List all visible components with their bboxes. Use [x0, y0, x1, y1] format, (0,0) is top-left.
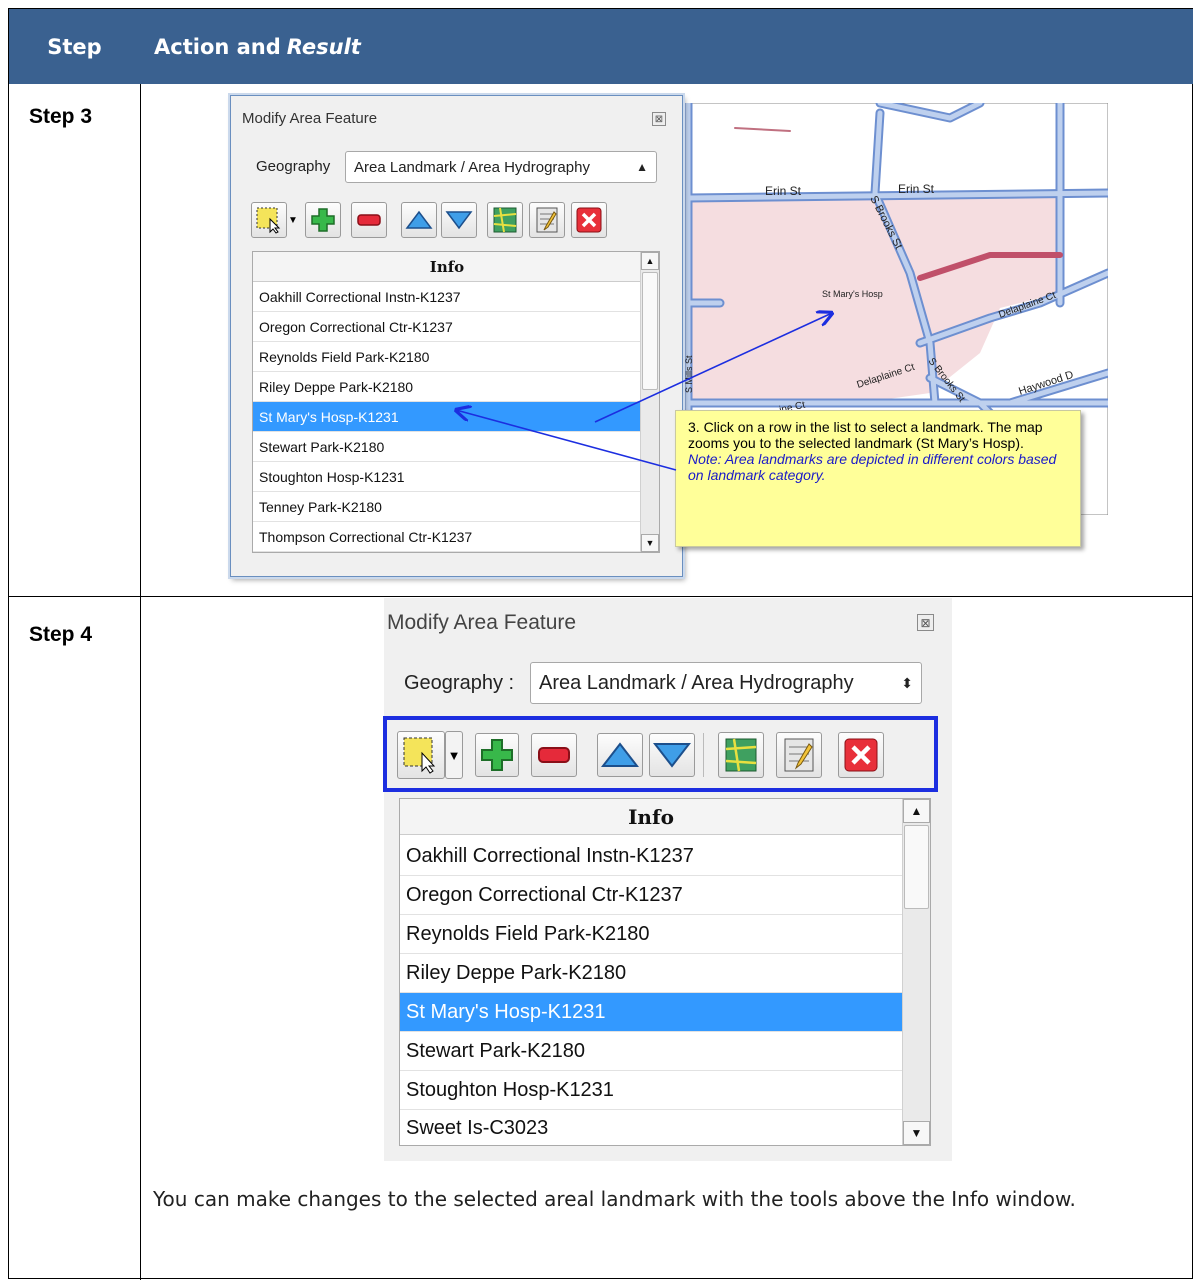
landmark-map-label: St Mary's Hosp — [822, 289, 883, 299]
notepad-edit-icon — [784, 738, 814, 772]
list-item[interactable]: Oakhill Correctional Instn-K1237 — [400, 837, 902, 876]
header-action: Action and Result — [154, 9, 361, 84]
remove-button[interactable] — [351, 202, 387, 238]
geography-label: Geography — [256, 158, 331, 175]
list-item[interactable]: Stoughton Hosp-K1231 — [253, 462, 641, 492]
list-item-selected[interactable]: St Mary's Hosp-K1231 — [253, 402, 641, 432]
select-tool-button[interactable] — [397, 731, 445, 779]
list-item[interactable]: Reynolds Field Park-K2180 — [253, 342, 641, 372]
toolbar: ▼ — [251, 200, 607, 240]
header-step: Step — [47, 34, 102, 59]
notepad-edit-icon — [536, 207, 558, 233]
select-arrows-icon: ⬍ — [901, 674, 913, 691]
list-item[interactable]: Stewart Park-K2180 — [400, 1032, 902, 1071]
header-result-text: Result — [286, 34, 361, 59]
list-item[interactable]: Oregon Correctional Ctr-K1237 — [253, 312, 641, 342]
column-divider — [140, 84, 141, 1280]
callout-text: 3. Click on a row in the list to select … — [688, 419, 1043, 451]
geography-select[interactable]: Area Landmark / Area Hydrography ⬍ — [530, 662, 922, 704]
step3-label: Step 3 — [29, 105, 93, 128]
callout-note-text: Note: Area landmarks are depicted in dif… — [688, 451, 1057, 483]
list-header: Info — [400, 799, 902, 835]
close-red-icon — [576, 207, 602, 233]
geography-value: Area Landmark / Area Hydrography — [539, 671, 854, 694]
close-icon[interactable]: ⊠ — [917, 614, 934, 631]
select-tool-button[interactable] — [251, 202, 287, 238]
minus-icon — [538, 747, 570, 763]
select-arrows-icon: ▲ — [636, 160, 648, 174]
close-icon[interactable]: ⊠ — [652, 112, 666, 126]
dropdown-arrow-icon[interactable]: ▼ — [445, 731, 463, 779]
street-label: Erin St — [765, 184, 802, 198]
scrollbar[interactable]: ▲ ▼ — [902, 799, 930, 1145]
scroll-down-icon[interactable]: ▼ — [641, 534, 659, 552]
select-rectangle-icon — [256, 207, 281, 234]
zoom-to-feature-button[interactable] — [487, 202, 523, 238]
geography-label: Geography : — [404, 672, 515, 694]
zoom-to-feature-button[interactable] — [718, 732, 764, 778]
triangle-down-icon — [653, 743, 691, 768]
cancel-button[interactable] — [571, 202, 607, 238]
select-rectangle-icon — [403, 737, 436, 774]
move-up-button[interactable] — [597, 733, 643, 777]
add-button[interactable] — [475, 733, 519, 777]
minus-icon — [357, 214, 381, 226]
close-red-icon — [844, 738, 878, 772]
list-item[interactable]: Tenney Park-K2180 — [253, 492, 641, 522]
list-item[interactable]: Oakhill Correctional Instn-K1237 — [253, 282, 641, 312]
add-button[interactable] — [305, 202, 341, 238]
street-label: S Mills St — [684, 355, 694, 393]
scroll-up-icon[interactable]: ▲ — [903, 799, 930, 823]
info-list[interactable]: Info Oakhill Correctional Instn-K1237 Or… — [252, 251, 660, 553]
edit-attributes-button[interactable] — [776, 732, 822, 778]
geography-select[interactable]: Area Landmark / Area Hydrography ▲ — [345, 151, 657, 183]
list-header: Info — [253, 252, 641, 282]
toolbar: ▼ — [397, 729, 884, 781]
header-action-text: Action and — [154, 34, 281, 59]
map-icon — [725, 738, 757, 772]
cancel-button[interactable] — [838, 732, 884, 778]
list-item[interactable]: Sweet Is-C3023 — [400, 1110, 902, 1145]
list-item[interactable]: Reynolds Field Park-K2180 — [400, 915, 902, 954]
row-divider — [9, 596, 1193, 597]
panel-title: Modify Area Feature — [387, 611, 577, 634]
modify-area-feature-panel-step4: Modify Area Feature ⊠ Geography : Area L… — [383, 598, 952, 1161]
scroll-up-icon[interactable]: ▲ — [641, 252, 659, 270]
list-item[interactable]: Stewart Park-K2180 — [253, 432, 641, 462]
list-item[interactable]: Thompson Correctional Ctr-K1237 — [253, 522, 641, 552]
modify-area-feature-panel-step3: Modify Area Feature ⊠ Geography Area Lan… — [230, 95, 683, 577]
geography-value: Area Landmark / Area Hydrography — [354, 158, 590, 176]
panel-title: Modify Area Feature — [242, 110, 378, 127]
scroll-down-icon[interactable]: ▼ — [903, 1121, 930, 1145]
scroll-thumb[interactable] — [642, 272, 658, 390]
triangle-up-icon — [405, 210, 433, 229]
move-up-button[interactable] — [401, 202, 437, 238]
list-item[interactable]: Stoughton Hosp-K1231 — [400, 1071, 902, 1110]
list-item[interactable]: Riley Deppe Park-K2180 — [400, 954, 902, 993]
info-list[interactable]: Info Oakhill Correctional Instn-K1237 Or… — [399, 798, 931, 1146]
plus-icon — [311, 208, 335, 232]
move-down-button[interactable] — [649, 733, 695, 777]
table-header: Step Action and Result — [9, 9, 1193, 84]
triangle-up-icon — [601, 742, 639, 767]
dropdown-arrow-icon[interactable]: ▼ — [287, 202, 299, 238]
move-down-button[interactable] — [441, 202, 477, 238]
edit-attributes-button[interactable] — [529, 202, 565, 238]
remove-button[interactable] — [531, 733, 577, 777]
map-icon — [493, 207, 517, 233]
callout-note: 3. Click on a row in the list to select … — [675, 410, 1081, 547]
step4-label: Step 4 — [29, 623, 93, 646]
street-label: Erin St — [898, 182, 935, 196]
list-item-selected[interactable]: St Mary's Hosp-K1231 — [400, 993, 902, 1032]
toolbar-separator — [703, 733, 704, 777]
step4-description: You can make changes to the selected are… — [153, 1187, 1076, 1211]
scrollbar[interactable]: ▲ ▼ — [640, 252, 659, 552]
list-item[interactable]: Riley Deppe Park-K2180 — [253, 372, 641, 402]
scroll-thumb[interactable] — [904, 825, 929, 909]
plus-icon — [481, 739, 513, 771]
triangle-down-icon — [445, 211, 473, 230]
list-item[interactable]: Oregon Correctional Ctr-K1237 — [400, 876, 902, 915]
